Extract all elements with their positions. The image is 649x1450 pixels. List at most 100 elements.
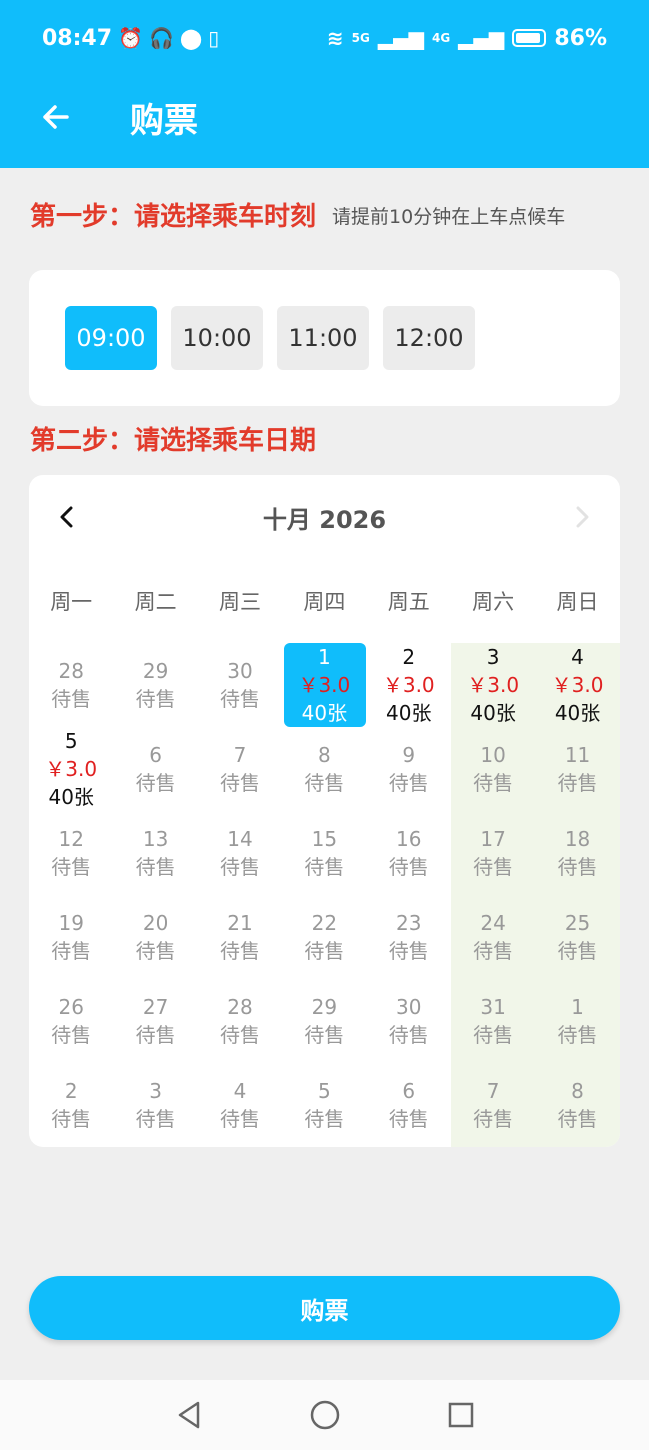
calendar-day[interactable]: 5 ￥3.0 40张: [29, 727, 113, 811]
calendar-grid: 28 待售 29 待售 30 待售 1 ￥3.0 40张 2 ￥3.0 40张 3 ￥3.0 40张 4 ￥3.…: [29, 643, 620, 1147]
day-ticket-count: 40张: [386, 701, 432, 725]
day-ticket-count: 40张: [301, 701, 348, 725]
nav-back-button[interactable]: [169, 1395, 209, 1435]
day-status: 待售: [388, 771, 429, 795]
day-status: 待售: [51, 1023, 92, 1047]
weekday-label: 周二: [134, 590, 177, 614]
day-number: 25: [564, 911, 591, 935]
day-status: 待售: [304, 771, 345, 795]
nav-home-button[interactable]: [305, 1395, 345, 1435]
triangle-back-icon: [178, 1401, 199, 1429]
step2-row: 第二步：请选择乘车日期: [30, 424, 316, 458]
circle-home-icon: [310, 1400, 339, 1430]
battery-icon: [512, 29, 547, 47]
prev-month-button[interactable]: [47, 497, 87, 537]
day-status: 待售: [135, 855, 176, 879]
buy-ticket-button[interactable]: 购票: [29, 1276, 620, 1340]
day-number: 6: [149, 743, 162, 767]
time-option-1200[interactable]: 12:00: [383, 306, 475, 370]
weekday-label: 周一: [50, 590, 93, 614]
calendar-day: 26 待售: [29, 979, 113, 1063]
day-status: 待售: [51, 1107, 92, 1131]
calendar-day: 2 待售: [29, 1063, 113, 1147]
calendar-day: 29 待售: [282, 979, 366, 1063]
calendar-day: 3 待售: [113, 1063, 197, 1147]
day-status: 待售: [135, 1107, 176, 1131]
calendar-day: 8 待售: [282, 727, 366, 811]
day-number: 3: [486, 645, 500, 669]
day-number: 13: [142, 827, 169, 851]
calendar-day: 29 待售: [113, 643, 197, 727]
day-number: 5: [318, 1079, 331, 1103]
day-status: 待售: [219, 687, 260, 711]
day-status: 待售: [135, 687, 176, 711]
day-status: 待售: [304, 1107, 345, 1131]
day-number: 30: [396, 995, 422, 1019]
calendar-day: 27 待售: [113, 979, 197, 1063]
day-number: 24: [480, 911, 506, 935]
time-option-0900[interactable]: 09:00: [65, 306, 157, 370]
day-price: ￥3.0: [382, 673, 435, 697]
weekday-label: 周五: [387, 590, 430, 614]
day-status: 待售: [219, 1107, 260, 1131]
day-number: 3: [149, 1079, 162, 1103]
day-status: 待售: [219, 939, 260, 963]
calendar-day[interactable]: 4 ￥3.0 40张: [535, 643, 620, 727]
day-number: 15: [311, 827, 338, 851]
day-status: 待售: [304, 1023, 345, 1047]
day-status: 待售: [557, 1107, 598, 1131]
calendar-day: 8 待售: [535, 1063, 620, 1147]
network-4g-label: 4G: [431, 31, 451, 45]
calendar-day[interactable]: 1 ￥3.0 40张: [282, 643, 367, 727]
day-number: 22: [311, 911, 338, 935]
weekday-label: 周四: [303, 590, 346, 614]
back-button[interactable]: [0, 82, 110, 152]
day-price: ￥3.0: [551, 673, 604, 697]
day-status: 待售: [557, 771, 598, 795]
chevron-left-icon: [60, 506, 73, 528]
day-number: 31: [480, 995, 506, 1019]
day-number: 2: [64, 1079, 78, 1103]
time-option-1000[interactable]: 10:00: [171, 306, 263, 370]
calendar-card: 十月 2026 周一 周二 周三 周四 周五 周六 周日 28 待售 29 待售 30 待售 1 ￥3.0…: [29, 475, 620, 1147]
calendar-day: 1 待售: [535, 979, 620, 1063]
day-status: 待售: [557, 1023, 598, 1047]
calendar-month-title: 十月 2026: [262, 505, 387, 534]
day-status: 待售: [473, 1023, 514, 1047]
day-number: 18: [564, 827, 591, 851]
step1-title: 第一步：请选择乘车时刻: [30, 202, 317, 232]
day-number: 23: [396, 911, 422, 935]
day-number: 26: [58, 995, 84, 1019]
day-number: 17: [480, 827, 506, 851]
calendar-day[interactable]: 3 ￥3.0 40张: [450, 643, 536, 727]
next-month-button[interactable]: [562, 497, 602, 537]
day-number: 8: [571, 1079, 584, 1103]
day-status: 待售: [388, 855, 429, 879]
system-nav-bar: [0, 1380, 649, 1450]
day-number: 6: [402, 1079, 416, 1103]
time-card: 09:00 10:00 11:00 12:00: [29, 270, 620, 406]
status-time: 08:47: [42, 25, 113, 51]
nav-recents-button[interactable]: [441, 1395, 481, 1435]
calendar-day[interactable]: 2 ￥3.0 40张: [367, 643, 451, 727]
step1-row: 第一步：请选择乘车时刻 请提前10分钟在上车点候车: [30, 200, 582, 234]
day-status: 待售: [304, 855, 345, 879]
day-number: 29: [311, 995, 338, 1019]
day-number: 11: [564, 743, 591, 767]
signal-4g-icon: ▂▄▆: [458, 26, 505, 50]
time-option-1100[interactable]: 11:00: [277, 306, 369, 370]
day-status: 待售: [557, 939, 598, 963]
wifi-icon: ≋: [326, 26, 344, 50]
calendar-day: 25 待售: [535, 895, 620, 979]
day-status: 待售: [135, 939, 176, 963]
step1-hint: 请提前10分钟在上车点候车: [332, 206, 566, 228]
day-number: 10: [480, 743, 506, 767]
calendar-day: 20 待售: [113, 895, 197, 979]
calendar-day: 21 待售: [198, 895, 282, 979]
day-status: 待售: [473, 771, 514, 795]
day-status: 待售: [51, 687, 92, 711]
day-number: 19: [58, 911, 84, 935]
day-status: 待售: [388, 1107, 429, 1131]
calendar-day: 5 待售: [282, 1063, 366, 1147]
chevron-right-icon: [576, 506, 589, 528]
